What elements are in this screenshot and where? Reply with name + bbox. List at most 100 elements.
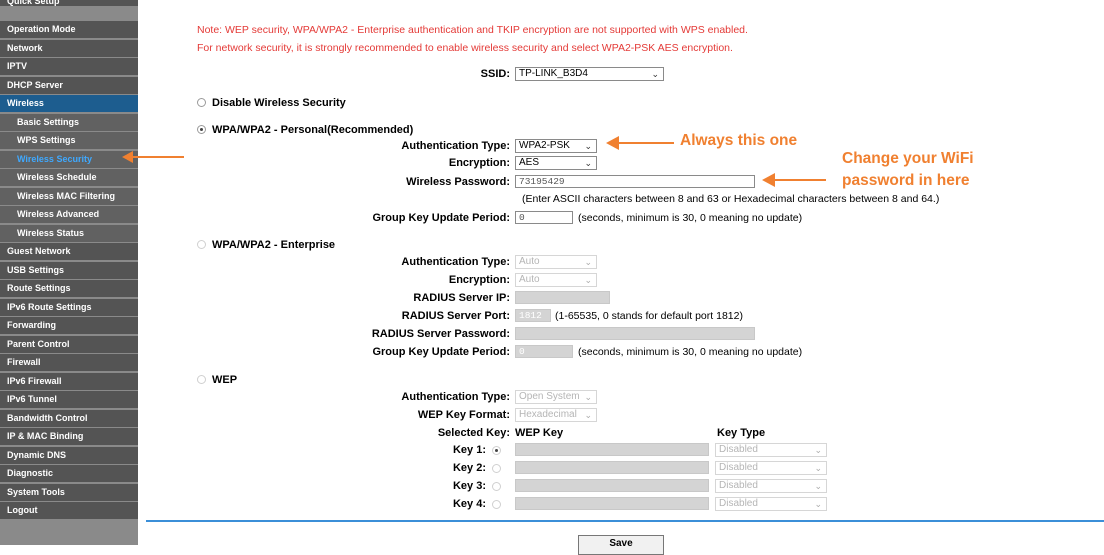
wep-auth-select[interactable]: Open System ⌄ bbox=[515, 390, 597, 404]
wep-key-1-type-value: Disabled bbox=[719, 444, 758, 455]
enterprise-title: WPA/WPA2 - Enterprise bbox=[212, 239, 336, 251]
wep-key-4-label: Key 4: bbox=[452, 498, 486, 510]
sidebar-item-wireless-mac-filtering[interactable]: Wireless MAC Filtering bbox=[0, 188, 138, 205]
wep-key-2-type-value: Disabled bbox=[719, 462, 758, 473]
wep-key-3-radio[interactable] bbox=[492, 482, 501, 491]
personal-gk-input[interactable]: 0 bbox=[515, 211, 573, 224]
ent-auth-select[interactable]: Auto ⌄ bbox=[515, 255, 597, 269]
wep-key-1-radio[interactable] bbox=[492, 446, 501, 455]
wep-key-3-label: Key 3: bbox=[452, 480, 486, 492]
wep-option[interactable]: WEP bbox=[197, 374, 237, 386]
personal-radio[interactable] bbox=[197, 125, 206, 134]
sidebar-item-wps-settings[interactable]: WPS Settings bbox=[0, 132, 138, 149]
sidebar-item-ipv6-tunnel[interactable]: IPv6 Tunnel bbox=[0, 391, 138, 408]
wep-key-header: WEP Key bbox=[515, 427, 564, 439]
wep-key-4-input[interactable] bbox=[515, 497, 709, 510]
personal-gk-hint: (seconds, minimum is 30, 0 meaning no up… bbox=[578, 212, 803, 224]
ent-enc-select[interactable]: Auto ⌄ bbox=[515, 273, 597, 287]
sidebar-item-ipv6-firewall[interactable]: IPv6 Firewall bbox=[0, 373, 138, 390]
sidebar-item-logout[interactable]: Logout bbox=[0, 502, 138, 519]
wep-key-2-type-select[interactable]: Disabled ⌄ bbox=[715, 461, 827, 475]
wep-auth-value: Open System bbox=[519, 391, 580, 402]
radius-ip-input[interactable] bbox=[515, 291, 610, 304]
sidebar-item-usb-settings[interactable]: USB Settings bbox=[0, 262, 138, 279]
sidebar-item-operation-mode[interactable]: Operation Mode bbox=[0, 21, 138, 38]
wep-key-4-radio[interactable] bbox=[492, 500, 501, 509]
sidebar-item-ip-mac-binding[interactable]: IP & MAC Binding bbox=[0, 428, 138, 445]
chevron-down-icon: ⌄ bbox=[584, 392, 592, 402]
personal-auth-select[interactable]: WPA2-PSK ⌄ bbox=[515, 139, 597, 153]
ent-auth-value: Auto bbox=[519, 256, 540, 267]
enterprise-radio[interactable] bbox=[197, 240, 206, 249]
sidebar-item-wireless-schedule[interactable]: Wireless Schedule bbox=[0, 169, 138, 186]
chevron-down-icon: ⌄ bbox=[814, 499, 822, 509]
enterprise-option[interactable]: WPA/WPA2 - Enterprise bbox=[197, 239, 335, 251]
ssid-value: TP-LINK_B3D4 bbox=[519, 68, 588, 79]
sidebar-item-route-settings[interactable]: Route Settings bbox=[0, 280, 138, 297]
wep-key-1-type-select[interactable]: Disabled ⌄ bbox=[715, 443, 827, 457]
sidebar-item-dynamic-dns[interactable]: Dynamic DNS bbox=[0, 447, 138, 464]
personal-enc-value: AES bbox=[519, 157, 540, 168]
wep-auth-label: Authentication Type: bbox=[401, 391, 510, 403]
annotation-change-wifi-1: Change your WiFi bbox=[842, 150, 974, 167]
radius-port-input[interactable]: 1812 bbox=[515, 309, 551, 322]
ssid-select[interactable]: TP-LINK_B3D4 ⌄ bbox=[515, 67, 664, 81]
sidebar-arrow bbox=[122, 151, 184, 163]
wep-key-2-input[interactable] bbox=[515, 461, 709, 474]
sidebar-item-dhcp-server[interactable]: DHCP Server bbox=[0, 77, 138, 94]
wep-format-value: Hexadecimal bbox=[519, 409, 577, 420]
auth-type-arrow bbox=[606, 136, 674, 150]
wireless-password-input[interactable]: 73195429 bbox=[515, 175, 755, 188]
personal-auth-value: WPA2-PSK bbox=[519, 140, 570, 151]
wep-radio[interactable] bbox=[197, 375, 206, 384]
personal-option[interactable]: WPA/WPA2 - Personal(Recommended) bbox=[197, 124, 413, 136]
sidebar-item-firewall[interactable]: Firewall bbox=[0, 354, 138, 371]
sidebar-item-basic-settings[interactable]: Basic Settings bbox=[0, 114, 138, 131]
sidebar-item-forwarding[interactable]: Forwarding bbox=[0, 317, 138, 334]
section-divider bbox=[146, 520, 1104, 522]
sidebar-item-wireless-status[interactable]: Wireless Status bbox=[0, 225, 138, 242]
password-hint: (Enter ASCII characters between 8 and 63… bbox=[522, 193, 940, 205]
sidebar-item-iptv[interactable]: IPTV bbox=[0, 58, 138, 75]
sidebar-item-system-tools[interactable]: System Tools bbox=[0, 484, 138, 501]
ent-gk-label: Group Key Update Period: bbox=[372, 346, 510, 358]
sidebar-item-ipv6-route-settings[interactable]: IPv6 Route Settings bbox=[0, 299, 138, 316]
annotation-always-this-one: Always this one bbox=[680, 132, 798, 149]
ent-enc-value: Auto bbox=[519, 274, 540, 285]
radius-port-label: RADIUS Server Port: bbox=[401, 310, 510, 322]
chevron-down-icon: ⌄ bbox=[584, 410, 592, 420]
ent-gk-hint: (seconds, minimum is 30, 0 meaning no up… bbox=[578, 346, 803, 358]
chevron-down-icon: ⌄ bbox=[584, 158, 592, 168]
disable-security-radio[interactable] bbox=[197, 98, 206, 107]
wep-key-1-label: Key 1: bbox=[452, 444, 486, 456]
ssid-label: SSID: bbox=[480, 68, 510, 80]
sidebar-item-network[interactable]: Network bbox=[0, 40, 138, 57]
wep-format-select[interactable]: Hexadecimal ⌄ bbox=[515, 408, 597, 422]
sidebar-item-bandwidth-control[interactable]: Bandwidth Control bbox=[0, 410, 138, 427]
radius-pwd-input[interactable] bbox=[515, 327, 755, 340]
wep-key-1-input[interactable] bbox=[515, 443, 709, 456]
radius-ip-label: RADIUS Server IP: bbox=[413, 292, 510, 304]
wep-key-3-input[interactable] bbox=[515, 479, 709, 492]
save-button[interactable]: Save bbox=[578, 535, 664, 555]
disable-security-label: Disable Wireless Security bbox=[212, 97, 346, 109]
wep-key-4-type-select[interactable]: Disabled ⌄ bbox=[715, 497, 827, 511]
sidebar-item-guest-network[interactable]: Guest Network bbox=[0, 243, 138, 260]
sidebar-item-wireless-security[interactable]: Wireless Security bbox=[0, 151, 138, 168]
sidebar-item-wireless-advanced[interactable]: Wireless Advanced bbox=[0, 206, 138, 223]
personal-enc-label: Encryption: bbox=[448, 157, 510, 169]
personal-enc-select[interactable]: AES ⌄ bbox=[515, 156, 597, 170]
chevron-down-icon: ⌄ bbox=[584, 257, 592, 267]
wep-key-2-radio[interactable] bbox=[492, 464, 501, 473]
wep-key-2-label: Key 2: bbox=[452, 462, 486, 474]
chevron-down-icon: ⌄ bbox=[814, 481, 822, 491]
sidebar-item-diagnostic[interactable]: Diagnostic bbox=[0, 465, 138, 482]
wep-key-3-type-select[interactable]: Disabled ⌄ bbox=[715, 479, 827, 493]
sidebar-item-quick-setup[interactable]: Quick Setup bbox=[0, 0, 138, 6]
sidebar-item-parent-control[interactable]: Parent Control bbox=[0, 336, 138, 353]
radius-pwd-label: RADIUS Server Password: bbox=[371, 328, 510, 340]
disable-security-option[interactable]: Disable Wireless Security bbox=[197, 97, 346, 109]
ent-gk-input[interactable]: 0 bbox=[515, 345, 573, 358]
selected-key-label: Selected Key: bbox=[437, 427, 510, 439]
sidebar-item-wireless[interactable]: Wireless bbox=[0, 95, 138, 112]
